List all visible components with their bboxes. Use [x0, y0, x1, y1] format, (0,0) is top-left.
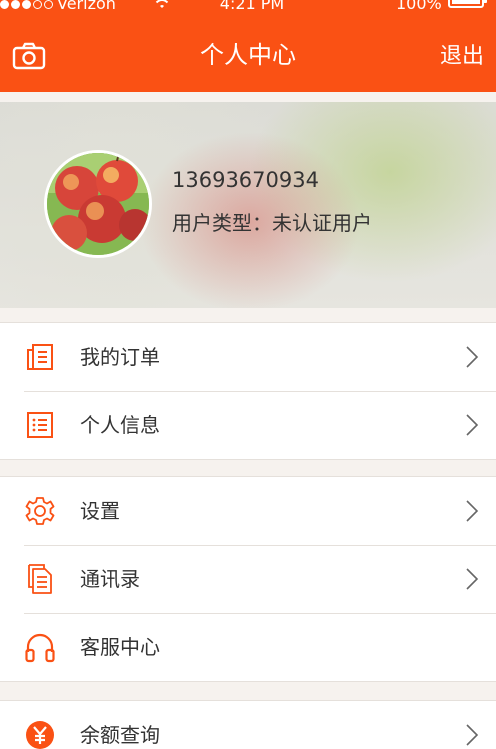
chevron-right-icon: [466, 414, 479, 436]
headphones-icon: [25, 633, 55, 663]
menu-group-orders: 我的订单 个人信息: [0, 322, 496, 460]
yen-icon: [26, 721, 54, 749]
battery-percent: 100%: [396, 0, 442, 13]
menu-item-my-orders[interactable]: 我的订单: [0, 323, 496, 391]
logout-button[interactable]: 退出: [440, 42, 484, 72]
status-bar: Verizon 4:21 PM 100%: [0, 0, 496, 20]
status-time: 4:21 PM: [219, 0, 285, 13]
menu-item-personal-info[interactable]: 个人信息: [0, 391, 496, 459]
avatar[interactable]: [44, 150, 152, 258]
menu-group-finance: 余额查询: [0, 700, 496, 749]
menu-group-settings: 设置 通讯录 客服中心: [0, 476, 496, 682]
menu-item-label: 客服中心: [80, 635, 160, 659]
chevron-right-icon: [466, 724, 479, 746]
menu-item-balance-query[interactable]: 余额查询: [0, 701, 496, 749]
menu-item-label: 余额查询: [80, 723, 160, 747]
menu-item-contacts[interactable]: 通讯录: [0, 545, 496, 613]
order-icon: [27, 344, 53, 370]
phone-number: 13693670934: [172, 168, 319, 192]
header-bar: Verizon 4:21 PM 100% 个人中心 退出: [0, 0, 496, 92]
menu-item-label: 我的订单: [80, 345, 160, 369]
apples-photo: [47, 153, 149, 255]
signal-icon: [0, 0, 53, 9]
battery-icon: [448, 0, 487, 8]
carrier-name: Verizon: [57, 0, 116, 13]
navigation-bar: 个人中心 退出: [0, 20, 496, 90]
menu-item-settings[interactable]: 设置: [0, 477, 496, 545]
menu-item-label: 设置: [80, 499, 120, 523]
menu-item-customer-service[interactable]: 客服中心: [0, 613, 496, 681]
contacts-icon: [28, 564, 52, 594]
chevron-right-icon: [466, 500, 479, 522]
chevron-right-icon: [466, 346, 479, 368]
wifi-icon: [155, 0, 169, 8]
user-type: 用户类型：未认证用户: [172, 211, 372, 235]
chevron-right-icon: [466, 568, 479, 590]
profile-card: 13693670934 用户类型：未认证用户: [0, 102, 496, 308]
gear-icon: [25, 497, 55, 525]
page-title: 个人中心: [200, 41, 296, 69]
menu-item-label: 个人信息: [80, 413, 160, 437]
menu-item-label: 通讯录: [80, 567, 140, 591]
list-icon: [27, 412, 53, 438]
